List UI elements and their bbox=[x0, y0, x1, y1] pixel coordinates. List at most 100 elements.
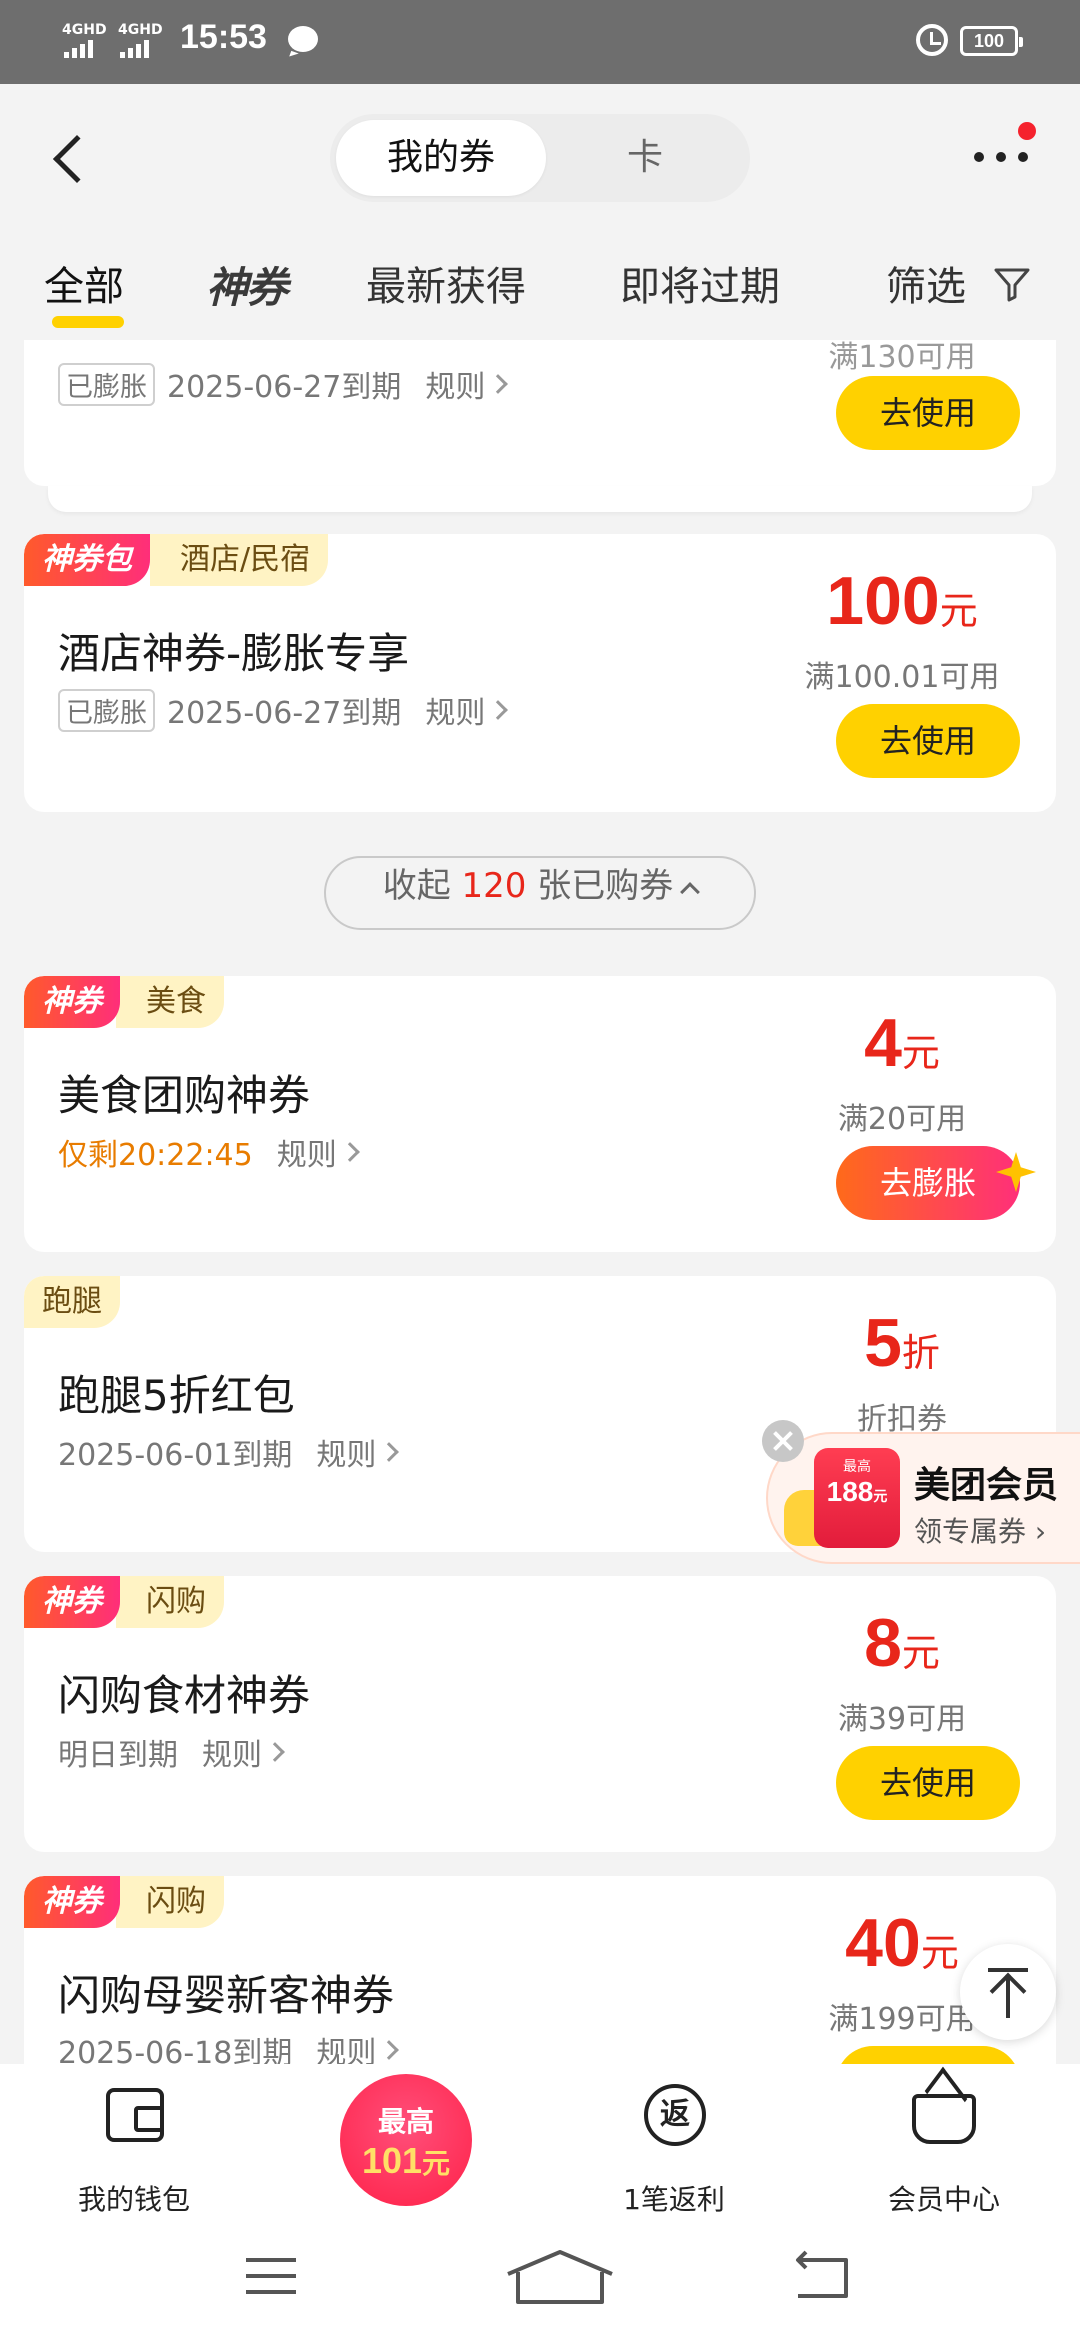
amount-unit: 元 bbox=[901, 1031, 940, 1075]
coupon-condition: 满20可用 bbox=[837, 1102, 967, 1137]
nav-member-label: 会员中心 bbox=[887, 2183, 1000, 2216]
back-to-top-button[interactable] bbox=[960, 1944, 1056, 2040]
amount-value: 4 bbox=[864, 1005, 902, 1081]
use-button[interactable]: 去使用 bbox=[836, 704, 1020, 778]
member-title: 美团会员 bbox=[914, 1465, 1059, 1506]
alarm-icon bbox=[916, 24, 948, 56]
rule-link[interactable]: 规则 bbox=[316, 1430, 376, 1474]
rule-link[interactable]: 规则 bbox=[316, 2028, 376, 2064]
bottom-nav: 我的钱包 返 1笔返利 会员中心 bbox=[0, 2064, 1080, 2216]
use-button[interactable]: 去使用 bbox=[836, 1746, 1020, 1820]
nav-rebate-label: 1笔返利 bbox=[623, 2183, 725, 2216]
status-bar: 4GHD 4GHD 15:53 100 bbox=[0, 0, 1080, 84]
category-tag: 跑腿 bbox=[24, 1276, 120, 1328]
coupon-title: 美食团购神券 bbox=[58, 1071, 311, 1120]
coupon-meta: 已膨胀 2025-06-27到期 规则 bbox=[58, 362, 509, 406]
member-coupon-banner[interactable]: 最高 188元 美团会员 领专属券 › bbox=[766, 1432, 1080, 1564]
expiry-date: 2025-06-01到期 bbox=[58, 1438, 293, 1473]
amount-unit: 元 bbox=[901, 1631, 940, 1675]
signal-icon: 4GHD bbox=[62, 22, 112, 62]
back-arrow-icon[interactable] bbox=[52, 134, 102, 184]
coupon-card: 闪购 神券 闪购食材神券 明日到期 规则 8元 满39可用 去使用 bbox=[24, 1576, 1056, 1852]
chevron-right-icon bbox=[488, 700, 509, 720]
member-coupon-graphic: 最高 188元 bbox=[814, 1448, 900, 1548]
coupon-card: 闪购 神券 闪购母婴新客神券 2025-06-18到期 规则 40元 满199可… bbox=[24, 1876, 1056, 2064]
promo-value: 101 bbox=[361, 2140, 423, 2181]
back-icon[interactable] bbox=[790, 2250, 854, 2302]
rebate-icon: 返 bbox=[644, 2084, 706, 2146]
chevron-up-icon bbox=[680, 882, 701, 902]
expanded-badge: 已膨胀 bbox=[58, 688, 155, 732]
coupon-card-switch: 我的券 卡 bbox=[330, 114, 750, 202]
category-tag: 美食 bbox=[116, 976, 224, 1028]
tab-expiring[interactable]: 即将过期 bbox=[620, 254, 780, 312]
category-tag: 酒店/民宿 bbox=[150, 534, 329, 586]
tab-cards[interactable]: 卡 bbox=[546, 120, 744, 196]
expanded-badge: 已膨胀 bbox=[58, 362, 155, 406]
coupon-amount: 5折 bbox=[782, 1304, 1022, 1382]
shenquan-tag: 神券 bbox=[24, 976, 120, 1028]
coupon-card: 酒店/民宿 神券包 酒店神券-膨胀专享 已膨胀 2025-06-27到期 规则 … bbox=[24, 534, 1056, 812]
coupon-meta: 2025-06-01到期 规则 bbox=[58, 1430, 400, 1474]
coupon-meta: 仅剩20:22:45 规则 bbox=[58, 1130, 360, 1174]
expiry-date: 2025-06-27到期 bbox=[167, 696, 402, 731]
coupon-condition: 满130可用 bbox=[828, 340, 976, 375]
chevron-right-icon bbox=[379, 2040, 400, 2060]
filter-tabs: 全部 神券 最新获得 即将过期 筛选 bbox=[0, 240, 1080, 340]
coupon-amount: 8元 bbox=[782, 1604, 1022, 1682]
coupon-amount: 4元 bbox=[782, 1004, 1022, 1082]
amount-value: 8 bbox=[864, 1605, 902, 1681]
coupon-title: 闪购食材神券 bbox=[58, 1671, 311, 1720]
collapse-prefix: 收起 bbox=[382, 866, 451, 906]
home-icon[interactable] bbox=[504, 2248, 616, 2308]
notification-dot bbox=[1018, 122, 1036, 140]
tab-my-coupons[interactable]: 我的券 bbox=[336, 120, 546, 196]
collapse-purchased-button[interactable]: 收起 120 张已购券 bbox=[324, 856, 756, 930]
rule-link[interactable]: 规则 bbox=[202, 1730, 262, 1774]
tab-filter[interactable]: 筛选 bbox=[886, 254, 966, 312]
collapse-suffix: 张已购券 bbox=[537, 866, 674, 906]
use-button-partial[interactable] bbox=[836, 2046, 1020, 2064]
tab-latest[interactable]: 最新获得 bbox=[366, 254, 526, 312]
coupon-condition: 满100.01可用 bbox=[804, 660, 1000, 695]
tab-all[interactable]: 全部 bbox=[44, 254, 124, 312]
chevron-right-icon bbox=[265, 1742, 285, 1762]
promo-unit: 元 bbox=[422, 2147, 451, 2180]
use-button[interactable]: 去使用 bbox=[836, 376, 1020, 450]
coupon-meta: 已膨胀 2025-06-27到期 规则 bbox=[58, 688, 509, 732]
amount-value: 40 bbox=[845, 1905, 921, 1981]
tab-shenquan[interactable]: 神券 bbox=[206, 254, 288, 315]
battery-icon: 100 bbox=[960, 26, 1023, 56]
status-time: 15:53 bbox=[180, 18, 267, 56]
coupon-amount: 100元 bbox=[782, 562, 1022, 640]
chat-notification-icon bbox=[288, 26, 318, 52]
member-coupon-value: 188 bbox=[826, 1476, 874, 1507]
promo-top: 最高 bbox=[377, 2105, 434, 2138]
coupon-title: 跑腿5折红包 bbox=[58, 1371, 295, 1420]
expiry-date: 2025-06-27到期 bbox=[167, 370, 402, 405]
amount-unit: 折 bbox=[901, 1331, 940, 1375]
coupon-title: 酒店神券-膨胀专享 bbox=[58, 629, 410, 678]
promo-reward-button[interactable]: 最高 101元 bbox=[340, 2074, 472, 2206]
menu-icon[interactable] bbox=[246, 2258, 296, 2294]
more-options-icon[interactable] bbox=[974, 152, 1030, 164]
category-tag: 闪购 bbox=[116, 1576, 224, 1628]
system-nav-bar bbox=[0, 2214, 1080, 2340]
shenquan-pack-tag: 神券包 bbox=[24, 534, 150, 586]
expand-coupon-button[interactable]: 去膨胀 bbox=[836, 1146, 1020, 1220]
collapse-count: 120 bbox=[461, 866, 527, 906]
member-subtitle: 领专属券 › bbox=[914, 1515, 1047, 1548]
countdown-timer: 仅剩20:22:45 bbox=[58, 1138, 253, 1173]
close-icon[interactable] bbox=[762, 1420, 804, 1462]
rule-link[interactable]: 规则 bbox=[277, 1130, 337, 1174]
filter-icon[interactable] bbox=[992, 264, 1032, 304]
expiry-date: 2025-06-18到期 bbox=[58, 2036, 293, 2064]
wallet-icon bbox=[106, 2088, 164, 2142]
rule-link[interactable]: 规则 bbox=[425, 688, 485, 732]
signal-icon: 4GHD bbox=[118, 22, 168, 62]
amount-value: 5 bbox=[864, 1305, 902, 1381]
coupon-meta: 明日到期 规则 bbox=[58, 1730, 285, 1774]
rule-link[interactable]: 规则 bbox=[425, 362, 485, 406]
coupon-card: 美食 神券 美食团购神券 仅剩20:22:45 规则 4元 满20可用 去膨胀 bbox=[24, 976, 1056, 1252]
coupon-title: 闪购母婴新客神券 bbox=[58, 1971, 395, 2020]
